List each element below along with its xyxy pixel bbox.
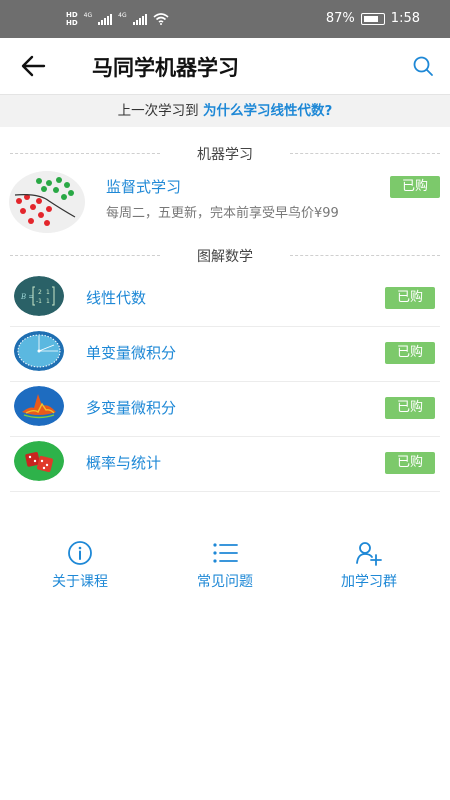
last-study-bar: 上一次学习到 为什么学习线性代数?	[0, 95, 450, 127]
svg-text:B =: B =	[20, 293, 34, 301]
svg-text:1: 1	[46, 298, 50, 305]
add-group-icon	[356, 542, 382, 566]
signal-icon-2	[132, 13, 147, 25]
search-icon[interactable]	[412, 55, 434, 77]
purchased-badge[interactable]: 已购	[385, 452, 435, 474]
course-description: 每周二，五更新，完本前享受早鸟价¥99	[106, 206, 339, 221]
course-item-linear-algebra[interactable]: B = 2 1 -1 1 线性代数 已购	[10, 271, 440, 327]
dice-icon	[14, 441, 64, 481]
clock: 1:58	[390, 11, 420, 26]
course-item-multivariable-calculus[interactable]: 多变量微积分 已购	[10, 381, 440, 437]
course-item-probability-statistics[interactable]: 概率与统计 已购	[10, 436, 440, 492]
status-right: 87% 1:58	[326, 11, 420, 26]
course-item-single-variable-calculus[interactable]: 单变量微积分 已购	[10, 326, 440, 382]
course-name: 概率与统计	[86, 454, 162, 472]
hd-label-2: HD	[66, 19, 78, 27]
last-study-link[interactable]: 为什么学习线性代数?	[203, 103, 332, 119]
course-name: 单变量微积分	[86, 344, 177, 362]
signal-icon	[98, 13, 113, 25]
purchased-badge[interactable]: 已购	[385, 342, 435, 364]
page-title: 马同学机器学习	[92, 56, 239, 80]
purchased-badge[interactable]: 已购	[385, 287, 435, 309]
about-course-button[interactable]: 关于课程	[5, 540, 155, 591]
hd-label-1: HD	[66, 11, 78, 19]
network-label-2: 4G	[118, 11, 127, 19]
signal-group: HD HD 4G 4G	[66, 11, 169, 27]
join-group-button[interactable]: 加学习群	[294, 540, 444, 591]
about-course-label: 关于课程	[52, 574, 108, 590]
course-item-supervised-learning[interactable]: 监督式学习 每周二，五更新，完本前享受早鸟价¥99 已购	[0, 168, 450, 236]
faq-button[interactable]: 常见问题	[150, 540, 300, 591]
purchased-badge[interactable]: 已购	[385, 397, 435, 419]
section-label: 图解数学	[187, 249, 263, 265]
section-title-machine-learning: 机器学习	[0, 144, 450, 164]
course-name: 多变量微积分	[86, 399, 177, 417]
last-study-prefix: 上一次学习到	[117, 103, 199, 119]
list-icon	[213, 543, 238, 563]
network-label-1: 4G	[83, 11, 93, 19]
purchased-badge[interactable]: 已购	[390, 176, 440, 198]
svg-text:2: 2	[38, 289, 42, 296]
surface-plot-icon	[14, 386, 64, 426]
arrow-left-icon[interactable]	[20, 54, 46, 78]
classification-scatter-icon	[9, 171, 85, 233]
calculus-circle-icon	[14, 331, 64, 371]
course-name: 线性代数	[86, 289, 147, 307]
faq-label: 常见问题	[197, 574, 253, 590]
section-label: 机器学习	[187, 147, 263, 163]
battery-percent: 87%	[325, 11, 355, 26]
svg-text:1: 1	[46, 289, 50, 296]
app-header: 马同学机器学习	[0, 38, 450, 95]
matrix-icon: B = 2 1 -1 1	[14, 276, 64, 316]
svg-text:-1: -1	[36, 298, 42, 305]
join-group-label: 加学习群	[341, 574, 397, 590]
status-bar: HD HD 4G 4G 87% 1:58	[0, 0, 450, 38]
section-title-graphic-math: 图解数学	[0, 246, 450, 266]
bottom-actions: 关于课程 常见问题 加学习群	[0, 540, 450, 590]
wifi-icon	[153, 13, 169, 25]
course-name: 监督式学习	[106, 178, 182, 196]
battery-icon	[360, 12, 385, 25]
hd-indicator: HD HD	[66, 11, 78, 27]
info-icon	[68, 541, 92, 565]
